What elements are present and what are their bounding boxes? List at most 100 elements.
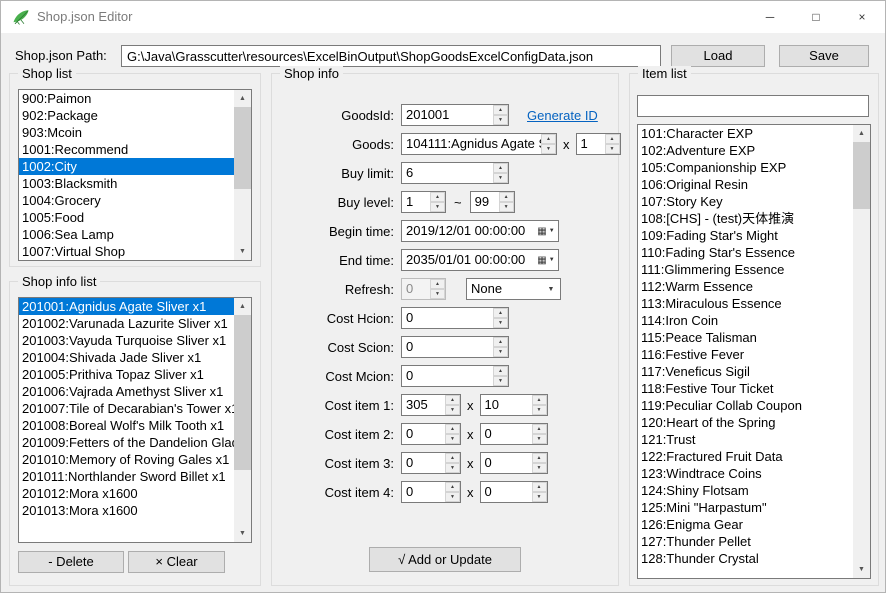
scroll-up-icon[interactable]: ▲ xyxy=(234,298,251,315)
minimize-button[interactable]: ─ xyxy=(747,1,793,33)
cost-item-3-count-spinner[interactable]: 0▲▼ xyxy=(480,452,548,474)
spin-down-icon[interactable]: ▼ xyxy=(493,318,508,328)
list-item[interactable]: 112:Warm Essence xyxy=(638,278,853,295)
spin-down-icon[interactable]: ▼ xyxy=(445,463,460,473)
scroll-thumb[interactable] xyxy=(853,142,870,209)
list-item[interactable]: 201010:Memory of Roving Gales x1 xyxy=(19,451,234,468)
list-item[interactable]: 1002:City xyxy=(19,158,234,175)
list-item[interactable]: 900:Paimon xyxy=(19,90,234,107)
list-item[interactable]: 201005:Prithiva Topaz Sliver x1 xyxy=(19,366,234,383)
path-input[interactable] xyxy=(121,45,661,67)
buy-limit-spinner[interactable]: 6▲▼ xyxy=(401,162,509,184)
goods-combobox[interactable]: 104111:Agnidus Agate Sliver▲▼ xyxy=(401,133,557,155)
spin-up-icon[interactable]: ▲ xyxy=(605,134,620,144)
list-item[interactable]: 201012:Mora x1600 xyxy=(19,485,234,502)
spin-up-icon[interactable]: ▲ xyxy=(532,453,547,463)
spin-down-icon[interactable]: ▼ xyxy=(499,202,514,212)
list-item[interactable]: 902:Package xyxy=(19,107,234,124)
list-item[interactable]: 118:Festive Tour Ticket xyxy=(638,380,853,397)
shop-info-list-scrollbar[interactable]: ▲ ▼ xyxy=(234,298,251,542)
buy-level-min-spinner[interactable]: 1▲▼ xyxy=(401,191,446,213)
cost-item-2-count-spinner[interactable]: 0▲▼ xyxy=(480,423,548,445)
scroll-thumb[interactable] xyxy=(234,107,251,189)
close-button[interactable]: × xyxy=(839,1,885,33)
item-listbox[interactable]: 101:Character EXP102:Adventure EXP105:Co… xyxy=(637,124,871,579)
cost-item-4-id-spinner[interactable]: 0▲▼ xyxy=(401,481,461,503)
cost-scion-spinner[interactable]: 0▲▼ xyxy=(401,336,509,358)
list-item[interactable]: 125:Mini "Harpastum" xyxy=(638,499,853,516)
item-list-scrollbar[interactable]: ▲ ▼ xyxy=(853,125,870,578)
spin-up-icon[interactable]: ▲ xyxy=(541,134,556,144)
goodsid-spinner[interactable]: 201001▲▼ xyxy=(401,104,509,126)
list-item[interactable]: 1006:Sea Lamp xyxy=(19,226,234,243)
list-item[interactable]: 111:Glimmering Essence xyxy=(638,261,853,278)
list-item[interactable]: 1001:Recommend xyxy=(19,141,234,158)
spin-up-icon[interactable]: ▲ xyxy=(532,424,547,434)
list-item[interactable]: 1004:Grocery xyxy=(19,192,234,209)
spin-down-icon[interactable]: ▼ xyxy=(541,144,556,154)
refresh-mode-combobox[interactable]: None▼ xyxy=(466,278,561,300)
cost-item-1-id-spinner[interactable]: 305▲▼ xyxy=(401,394,461,416)
spin-down-icon[interactable]: ▼ xyxy=(430,202,445,212)
list-item[interactable]: 123:Windtrace Coins xyxy=(638,465,853,482)
list-item[interactable]: 124:Shiny Flotsam xyxy=(638,482,853,499)
cost-item-3-id-spinner[interactable]: 0▲▼ xyxy=(401,452,461,474)
cost-item-4-count-spinner[interactable]: 0▲▼ xyxy=(480,481,548,503)
scroll-down-icon[interactable]: ▼ xyxy=(853,561,870,578)
scroll-up-icon[interactable]: ▲ xyxy=(234,90,251,107)
list-item[interactable]: 106:Original Resin xyxy=(638,176,853,193)
list-item[interactable]: 102:Adventure EXP xyxy=(638,142,853,159)
shop-list-scrollbar[interactable]: ▲ ▼ xyxy=(234,90,251,260)
list-item[interactable]: 110:Fading Star's Essence xyxy=(638,244,853,261)
spin-up-icon[interactable]: ▲ xyxy=(445,424,460,434)
spin-up-icon[interactable]: ▲ xyxy=(445,395,460,405)
cost-mcion-spinner[interactable]: 0▲▼ xyxy=(401,365,509,387)
scroll-down-icon[interactable]: ▼ xyxy=(234,243,251,260)
cost-hcion-spinner[interactable]: 0▲▼ xyxy=(401,307,509,329)
list-item[interactable]: 105:Companionship EXP xyxy=(638,159,853,176)
spin-up-icon[interactable]: ▲ xyxy=(532,395,547,405)
end-time-picker[interactable]: 2035/01/01 00:00:00▦▼ xyxy=(401,249,559,271)
list-item[interactable]: 107:Story Key xyxy=(638,193,853,210)
list-item[interactable]: 116:Festive Fever xyxy=(638,346,853,363)
list-item[interactable]: 201002:Varunada Lazurite Sliver x1 xyxy=(19,315,234,332)
list-item[interactable]: 201001:Agnidus Agate Sliver x1 xyxy=(19,298,234,315)
spin-down-icon[interactable]: ▼ xyxy=(493,347,508,357)
buy-level-max-spinner[interactable]: 99▲▼ xyxy=(470,191,515,213)
list-item[interactable]: 109:Fading Star's Might xyxy=(638,227,853,244)
list-item[interactable]: 128:Thunder Crystal xyxy=(638,550,853,567)
list-item[interactable]: 114:Iron Coin xyxy=(638,312,853,329)
list-item[interactable]: 201011:Northlander Sword Billet x1 xyxy=(19,468,234,485)
spin-down-icon[interactable]: ▼ xyxy=(605,144,620,154)
spin-up-icon[interactable]: ▲ xyxy=(493,105,508,115)
spin-up-icon[interactable]: ▲ xyxy=(532,482,547,492)
shop-listbox[interactable]: 900:Paimon902:Package903:Mcoin1001:Recom… xyxy=(18,89,252,261)
item-search-input[interactable] xyxy=(637,95,869,117)
load-button[interactable]: Load xyxy=(671,45,765,67)
scroll-up-icon[interactable]: ▲ xyxy=(853,125,870,142)
generate-id-link[interactable]: Generate ID xyxy=(527,108,598,123)
spin-down-icon[interactable]: ▼ xyxy=(532,492,547,502)
list-item[interactable]: 101:Character EXP xyxy=(638,125,853,142)
list-item[interactable]: 113:Miraculous Essence xyxy=(638,295,853,312)
spin-up-icon[interactable]: ▲ xyxy=(445,453,460,463)
list-item[interactable]: 201008:Boreal Wolf's Milk Tooth x1 xyxy=(19,417,234,434)
maximize-button[interactable]: □ xyxy=(793,1,839,33)
list-item[interactable]: 201009:Fetters of the Dandelion Gladiato… xyxy=(19,434,234,451)
spin-down-icon[interactable]: ▼ xyxy=(493,376,508,386)
add-or-update-button[interactable]: √ Add or Update xyxy=(369,547,521,572)
spin-up-icon[interactable]: ▲ xyxy=(493,308,508,318)
list-item[interactable]: 119:Peculiar Collab Coupon xyxy=(638,397,853,414)
begin-time-picker[interactable]: 2019/12/01 00:00:00▦▼ xyxy=(401,220,559,242)
list-item[interactable]: 1007:Virtual Shop xyxy=(19,243,234,260)
spin-down-icon[interactable]: ▼ xyxy=(532,405,547,415)
spin-down-icon[interactable]: ▼ xyxy=(532,434,547,444)
list-item[interactable]: 126:Enigma Gear xyxy=(638,516,853,533)
list-item[interactable]: 201006:Vajrada Amethyst Sliver x1 xyxy=(19,383,234,400)
list-item[interactable]: 120:Heart of the Spring xyxy=(638,414,853,431)
delete-button[interactable]: - Delete xyxy=(18,551,124,573)
spin-up-icon[interactable]: ▲ xyxy=(499,192,514,202)
clear-button[interactable]: × Clear xyxy=(128,551,225,573)
list-item[interactable]: 1003:Blacksmith xyxy=(19,175,234,192)
spin-up-icon[interactable]: ▲ xyxy=(445,482,460,492)
